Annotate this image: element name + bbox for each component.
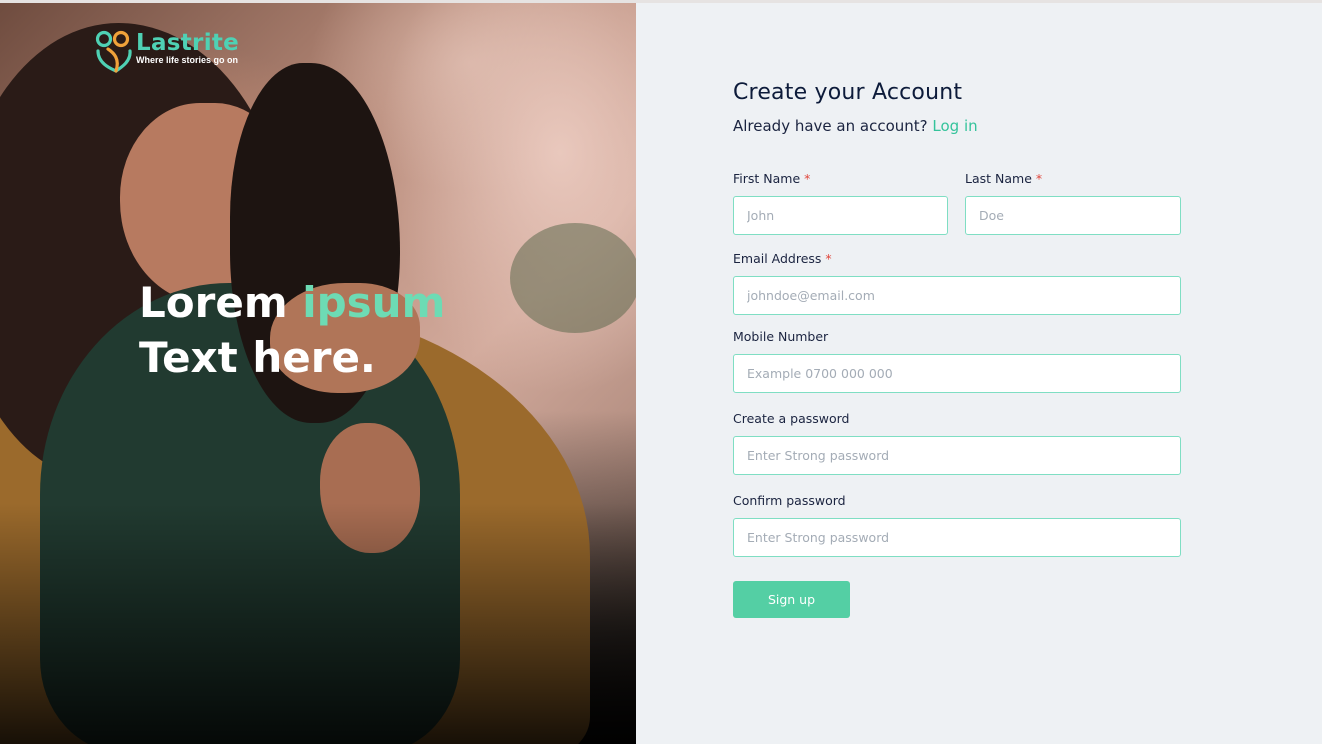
first-name-input[interactable]	[733, 196, 948, 235]
first-name-label: First Name *	[733, 171, 810, 186]
confirm-password-input[interactable]	[733, 518, 1181, 557]
lastrite-logo-icon	[95, 30, 132, 73]
page-title: Create your Account	[733, 80, 963, 105]
login-prompt: Already have an account? Log in	[733, 117, 1181, 135]
login-link[interactable]: Log in	[932, 117, 977, 135]
hero-image-panel: Lastrite Where life stories go on Lorem …	[0, 3, 636, 744]
hero-headline: Lorem ipsum Text here.	[139, 275, 445, 385]
mobile-label: Mobile Number	[733, 329, 828, 344]
brand-tagline: Where life stories go on	[136, 55, 239, 65]
last-name-label: Last Name *	[965, 171, 1042, 186]
signup-header: Create your Account Already have an acco…	[733, 80, 1181, 135]
last-name-input[interactable]	[965, 196, 1181, 235]
headline-line-2: Text here.	[139, 333, 376, 382]
mobile-label-text: Mobile Number	[733, 329, 829, 344]
mobile-input[interactable]	[733, 354, 1181, 393]
brand-logo[interactable]: Lastrite Where life stories go on	[94, 29, 239, 75]
required-marker: *	[825, 251, 832, 266]
email-label-text: Email Address	[733, 251, 822, 266]
background-plant	[510, 223, 636, 333]
password-input[interactable]	[733, 436, 1181, 475]
first-name-label-text: First Name	[733, 171, 801, 186]
password-label-text: Create a password	[733, 411, 850, 426]
brand-name: Lastrite	[136, 30, 240, 56]
headline-word: Lorem	[139, 278, 288, 327]
password-label: Create a password	[733, 411, 850, 426]
headline-accent-word: ipsum	[302, 278, 446, 327]
required-marker: *	[804, 171, 811, 186]
confirm-password-label-text: Confirm password	[733, 493, 846, 508]
sign-up-button[interactable]: Sign up	[733, 581, 850, 618]
required-marker: *	[1035, 171, 1043, 186]
login-prompt-text: Already have an account?	[733, 117, 928, 135]
confirm-password-label: Confirm password	[733, 493, 846, 508]
hero-bottom-shade	[0, 503, 636, 744]
email-input[interactable]	[733, 276, 1181, 315]
email-label: Email Address *	[733, 251, 832, 266]
last-name-label-text: Last Name	[965, 171, 1032, 186]
